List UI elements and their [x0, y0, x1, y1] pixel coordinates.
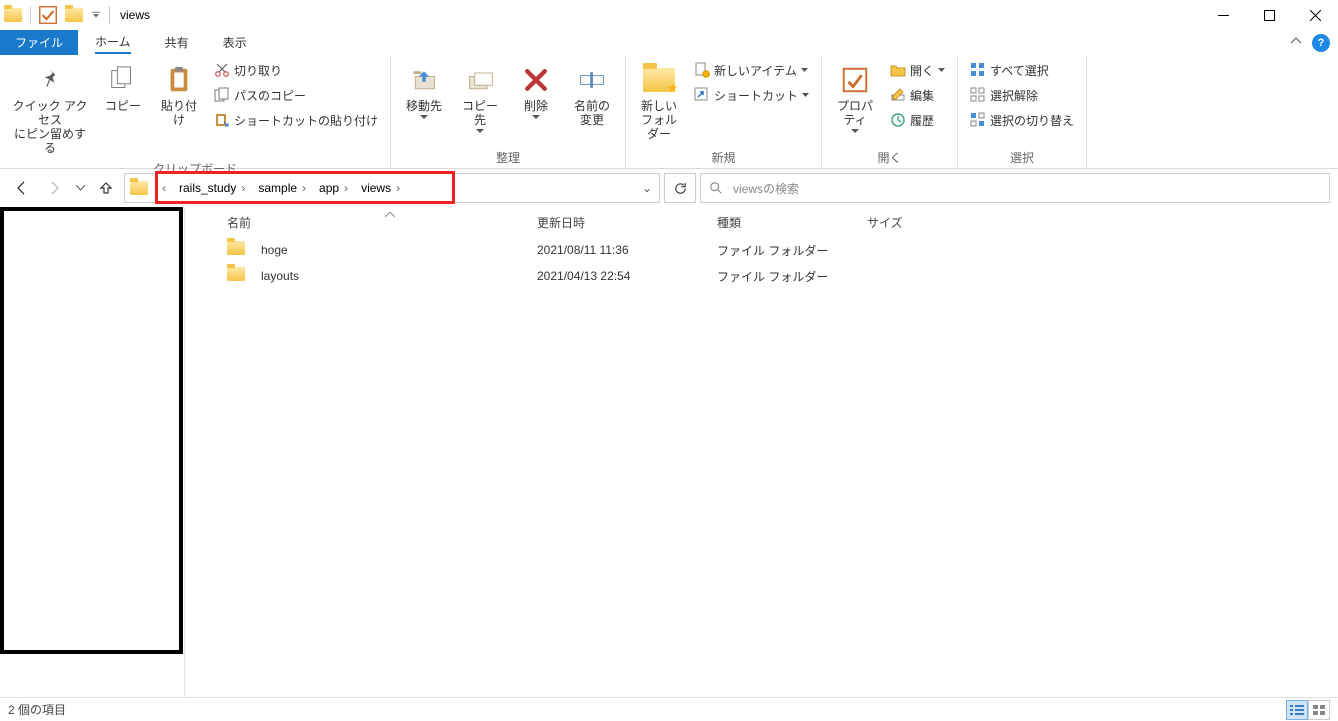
refresh-button[interactable]	[664, 173, 696, 203]
select-none-button[interactable]: 選択解除	[966, 84, 1078, 106]
column-type[interactable]: 種類	[709, 214, 859, 231]
pin-quick-access-button[interactable]: クイック アクセス にピン留めする	[8, 59, 92, 159]
ribbon-group-select: すべて選択 選択解除 選択の切り替え 選択	[958, 55, 1087, 168]
paste-shortcut-button[interactable]: ショートカットの貼り付け	[210, 109, 382, 131]
view-large-icons-button[interactable]	[1308, 700, 1330, 720]
copy-to-button[interactable]: コピー先	[455, 59, 505, 137]
ribbon-group-clipboard: クイック アクセス にピン留めする コピー 貼り付け 切り取り パスのコピー	[0, 55, 391, 168]
search-placeholder: viewsの検索	[733, 180, 799, 197]
ribbon-group-new: 新しい フォルダー 新しいアイテム ショートカット 新規	[626, 55, 822, 168]
delete-icon	[519, 63, 553, 97]
invert-selection-icon	[970, 112, 986, 128]
edit-button[interactable]: 編集	[886, 84, 949, 106]
navigation-pane[interactable]	[0, 207, 185, 697]
window-title: views	[120, 8, 150, 22]
folder-icon	[227, 267, 245, 285]
file-row[interactable]: layouts2021/04/13 22:54ファイル フォルダー	[185, 263, 1338, 289]
properties-icon	[838, 63, 872, 97]
group-label-organize: 整理	[399, 148, 617, 166]
select-none-icon	[970, 87, 986, 103]
copyto-icon	[463, 63, 497, 97]
new-item-button[interactable]: 新しいアイテム	[690, 59, 813, 81]
copy-button[interactable]: コピー	[98, 59, 148, 117]
moveto-icon	[407, 63, 441, 97]
tab-view[interactable]: 表示	[206, 30, 264, 55]
address-bar[interactable]: ‹ rails_study›sample›app›views› ⌄	[124, 173, 660, 203]
qat-properties-icon[interactable]	[37, 4, 59, 26]
column-name[interactable]: 名前	[219, 214, 529, 231]
edit-icon	[890, 87, 906, 103]
file-row[interactable]: hoge2021/08/11 11:36ファイル フォルダー	[185, 237, 1338, 263]
scissors-icon	[214, 62, 230, 78]
ribbon-group-open: プロパティ 開く 編集 履歴 開く	[822, 55, 958, 168]
select-all-icon	[970, 62, 986, 78]
breadcrumb-segment[interactable]: sample›	[254, 174, 315, 202]
shortcut-icon	[694, 87, 710, 103]
select-all-button[interactable]: すべて選択	[966, 59, 1078, 81]
group-label-select: 選択	[966, 148, 1078, 166]
tab-share[interactable]: 共有	[148, 30, 206, 55]
help-icon[interactable]: ?	[1312, 34, 1330, 52]
column-size[interactable]: サイズ	[859, 214, 949, 231]
paste-icon	[162, 63, 196, 97]
breadcrumb-segment[interactable]: rails_study›	[175, 174, 254, 202]
rename-icon	[575, 63, 609, 97]
new-item-icon	[694, 62, 710, 78]
close-button[interactable]	[1292, 0, 1338, 30]
history-icon	[890, 112, 906, 128]
move-to-button[interactable]: 移動先	[399, 59, 449, 123]
breadcrumb-segment[interactable]: views›	[357, 174, 409, 202]
search-icon	[709, 181, 723, 195]
properties-button[interactable]: プロパティ	[830, 59, 880, 137]
title-bar: views	[0, 0, 1338, 30]
tab-file[interactable]: ファイル	[0, 30, 78, 55]
address-folder-icon	[125, 174, 153, 202]
ribbon-collapse-icon[interactable]	[1290, 35, 1302, 50]
breadcrumb-segment[interactable]: app›	[315, 174, 357, 202]
rename-button[interactable]: 名前の 変更	[567, 59, 617, 131]
maximize-button[interactable]	[1246, 0, 1292, 30]
back-button[interactable]	[8, 174, 36, 202]
new-shortcut-button[interactable]: ショートカット	[690, 84, 813, 106]
qat-newfolder-icon[interactable]	[63, 4, 85, 26]
folder-icon	[227, 241, 245, 259]
annotation-redaction-box	[0, 207, 183, 654]
app-folder-icon	[2, 4, 24, 26]
qat-dropdown-icon[interactable]	[89, 4, 103, 26]
copy-path-icon	[214, 87, 230, 103]
paste-shortcut-icon	[214, 112, 230, 128]
status-bar: 2 個の項目	[0, 697, 1338, 721]
content-area: 名前 更新日時 種類 サイズ hoge2021/08/11 11:36ファイル …	[0, 207, 1338, 697]
recent-locations-button[interactable]	[72, 174, 88, 202]
address-dropdown-icon[interactable]: ⌄	[635, 181, 659, 195]
view-details-button[interactable]	[1286, 700, 1308, 720]
copy-path-button[interactable]: パスのコピー	[210, 84, 382, 106]
up-button[interactable]	[92, 174, 120, 202]
open-icon	[890, 62, 906, 78]
search-box[interactable]: viewsの検索	[700, 173, 1330, 203]
delete-button[interactable]: 削除	[511, 59, 561, 123]
address-bar-row: ‹ rails_study›sample›app›views› ⌄ viewsの…	[0, 169, 1338, 207]
group-label-open: 開く	[830, 148, 949, 166]
column-date[interactable]: 更新日時	[529, 214, 709, 231]
status-item-count: 2 個の項目	[8, 701, 66, 718]
ribbon: クイック アクセス にピン留めする コピー 貼り付け 切り取り パスのコピー	[0, 55, 1338, 169]
group-label-new: 新規	[634, 148, 813, 166]
ribbon-group-organize: 移動先 コピー先 削除 名前の 変更 整理	[391, 55, 626, 168]
history-button[interactable]: 履歴	[886, 109, 949, 131]
cut-button[interactable]: 切り取り	[210, 59, 382, 81]
open-button[interactable]: 開く	[886, 59, 949, 81]
folder-star-icon	[642, 63, 676, 97]
new-folder-button[interactable]: 新しい フォルダー	[634, 59, 684, 145]
tab-home[interactable]: ホーム	[78, 30, 148, 55]
file-list: hoge2021/08/11 11:36ファイル フォルダーlayouts202…	[185, 237, 1338, 697]
ribbon-tabs: ファイル ホーム 共有 表示 ?	[0, 30, 1338, 55]
forward-button[interactable]	[40, 174, 68, 202]
pin-icon	[33, 63, 67, 97]
minimize-button[interactable]	[1200, 0, 1246, 30]
invert-selection-button[interactable]: 選択の切り替え	[966, 109, 1078, 131]
copy-icon	[106, 63, 140, 97]
paste-button[interactable]: 貼り付け	[154, 59, 204, 131]
column-headers: 名前 更新日時 種類 サイズ	[185, 207, 1338, 237]
